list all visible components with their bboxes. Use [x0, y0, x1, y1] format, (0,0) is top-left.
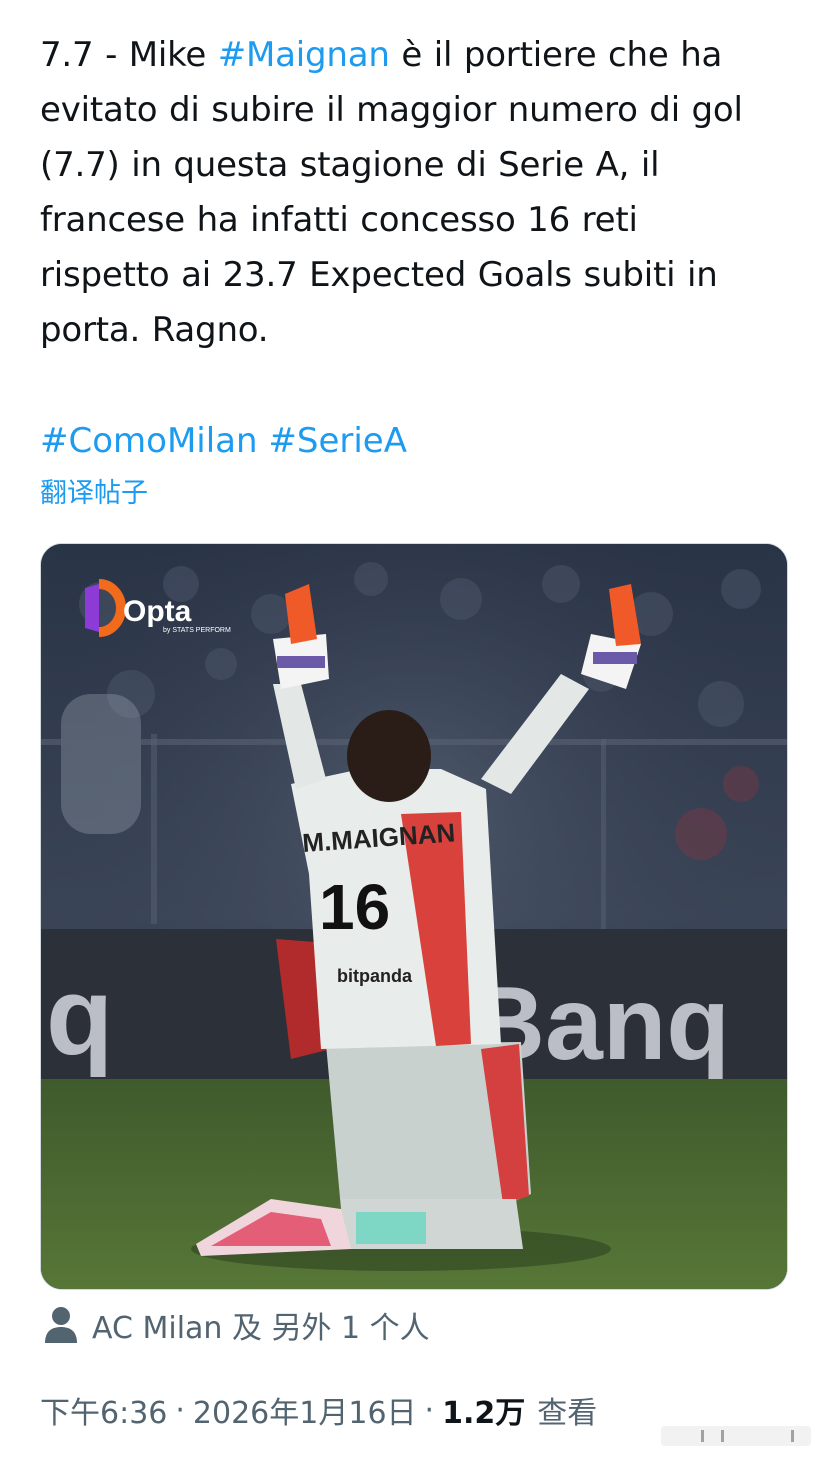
- jersey-sponsor: bitpanda: [337, 966, 413, 986]
- person-icon: [44, 1306, 78, 1344]
- tagged-people-row[interactable]: AC Milan 及 另外 1 个人: [44, 1303, 430, 1347]
- translate-post-link[interactable]: 翻译帖子: [40, 474, 148, 514]
- tweet-line-4: francese ha infatti concesso 16 reti: [40, 200, 638, 240]
- views-label: 查看: [537, 1396, 598, 1431]
- jersey-number: 16: [319, 871, 390, 943]
- meta-separator: ·: [175, 1392, 185, 1428]
- tweet-line-6: porta. Ragno.: [40, 310, 269, 350]
- hashtag-comomilan-link[interactable]: #ComoMilan: [40, 421, 258, 461]
- watermark-graphic: [661, 1422, 811, 1450]
- tweet-meta-row: 下午6:36 · 2026年1月16日 · 1.2万 查看: [40, 1386, 597, 1434]
- tweet-date[interactable]: 2026年1月16日: [193, 1388, 417, 1432]
- meta-separator: ·: [424, 1392, 435, 1428]
- opta-logo-subtext: by STATS PERFORM: [163, 627, 231, 634]
- tweet-text: 7.7 - Mike #Maignan è il portiere che ha…: [40, 28, 790, 358]
- tagged-people-text: AC Milan 及 另外 1 个人: [92, 1311, 430, 1346]
- opta-logo-text: Opta: [123, 595, 192, 628]
- tweet-time[interactable]: 下午6:36: [40, 1388, 167, 1432]
- ad-board-text-left: q: [46, 955, 113, 1078]
- hashtag-maignan-link[interactable]: #Maignan: [218, 35, 390, 75]
- tweet-line-2: evitato di subire il maggior numero di g…: [40, 90, 743, 130]
- tweet-line-3: (7.7) in questa stagione di Serie A, il: [40, 145, 660, 185]
- views-count: 1.2万: [442, 1396, 526, 1431]
- hashtag-row: #ComoMilan #SerieA: [40, 414, 407, 469]
- hashtag-seriea-link[interactable]: #SerieA: [268, 421, 407, 461]
- tweet-media-image[interactable]: q iBanq M.MAIGNAN 16 bitpanda Opta by ST…: [40, 543, 788, 1290]
- tweet-line-5: rispetto ai 23.7 Expected Goals subiti i…: [40, 255, 718, 295]
- tweet-line-1: 7.7 - Mike #Maignan è il portiere che ha: [40, 35, 723, 75]
